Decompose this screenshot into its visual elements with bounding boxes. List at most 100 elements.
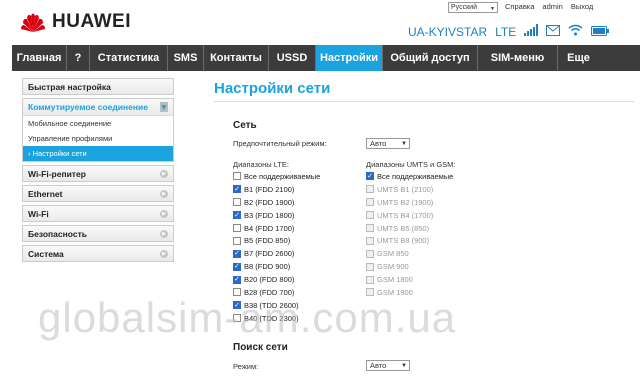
page-title: Настройки сети: [214, 80, 331, 97]
nav-more[interactable]: Еще: [558, 45, 599, 71]
sidebar-sub-mobile-connection[interactable]: Мобильное соединение: [23, 116, 173, 131]
sidebar-item-security[interactable]: Безопасность ▶: [22, 225, 174, 242]
umts-band-label: Все поддерживаемые: [377, 171, 454, 181]
nav-help[interactable]: ?: [67, 45, 90, 71]
sidebar-item-system[interactable]: Система ▶: [22, 245, 174, 262]
umts-band-checkbox: [366, 236, 374, 245]
sidebar-item-ethernet[interactable]: Ethernet ▶: [22, 185, 174, 202]
wifi-icon: [568, 24, 583, 39]
sidebar-item-label: Безопасность: [28, 228, 87, 239]
logout-link[interactable]: Выход: [571, 2, 593, 11]
umts-band-checkbox: [366, 185, 374, 194]
chevron-down-icon: ▼: [159, 102, 168, 112]
umts-band-row: GSM 1800: [366, 273, 453, 286]
lte-band-checkbox[interactable]: [233, 224, 241, 232]
umts-band-checkbox: [366, 198, 374, 207]
lte-band-checkbox[interactable]: [233, 262, 241, 271]
lte-band-label: B1 (FDD 2100): [244, 184, 295, 194]
umts-band-checkbox: [366, 211, 374, 220]
brand-name: HUAWEI: [52, 11, 131, 32]
umts-band-list: Все поддерживаемые UMTS B1 (2100) UMTS B2 …: [366, 170, 453, 299]
umts-band-row: UMTS B4 (1700): [366, 209, 453, 222]
lte-band-checkbox[interactable]: [233, 301, 241, 310]
search-mode-select[interactable]: Авто ▼: [366, 360, 410, 371]
umts-band-checkbox: [366, 288, 374, 297]
nav-contacts[interactable]: Контакты: [204, 45, 269, 71]
network-section-title: Сеть: [233, 120, 257, 131]
umts-band-label: GSM 1800: [377, 275, 413, 285]
nav-sim-menu[interactable]: SIM-меню: [478, 45, 558, 71]
sidebar-quick-setup[interactable]: Быстрая настройка: [22, 78, 174, 95]
lte-band-checkbox[interactable]: [233, 275, 241, 284]
lte-band-list: Все поддерживаемые B1 (FDD 2100) B2 (FDD 1…: [233, 170, 320, 325]
network-type: LTE: [495, 24, 517, 39]
umts-band-checkbox: [366, 262, 374, 271]
umts-band-label: UMTS B2 (1900): [377, 197, 434, 207]
chevron-down-icon: ▼: [490, 6, 495, 12]
nav-home[interactable]: Главная: [12, 45, 67, 71]
umts-band-label: UMTS B4 (1700): [377, 210, 434, 220]
nav-statistics[interactable]: Статистика: [90, 45, 168, 71]
sidebar-item-label: Wi-Fi: [28, 208, 49, 219]
chevron-right-icon: ▶: [160, 169, 168, 178]
lte-band-checkbox[interactable]: [233, 236, 241, 245]
chevron-right-icon: ▶: [160, 189, 168, 198]
lte-band-label: B38 (TDD 2600): [244, 300, 299, 310]
umts-band-row: GSM 1900: [366, 286, 453, 299]
preferred-mode-label: Предпочтительный режим:: [233, 139, 327, 148]
nav-settings[interactable]: Настройки: [316, 45, 383, 71]
sidebar-group-label: Коммутируемое соединение: [28, 102, 148, 112]
sidebar-item-wifi[interactable]: Wi-Fi ▶: [22, 205, 174, 222]
lte-band-row: B5 (FDD 850): [233, 234, 320, 247]
preferred-mode-value: Авто: [370, 139, 387, 148]
top-header: HUAWEI Русский ▼ Справка admin Выход UA-…: [0, 0, 640, 44]
sidebar-sub-network-settings[interactable]: › Настройки сети: [23, 146, 173, 161]
lte-band-label: B2 (FDD 1900): [244, 197, 295, 207]
lte-band-checkbox[interactable]: [233, 185, 241, 194]
lte-band-checkbox[interactable]: [233, 172, 241, 181]
nav-sms[interactable]: SMS: [168, 45, 204, 71]
chevron-down-icon: ▼: [401, 363, 407, 369]
operator-name: UA-KYIVSTAR: [408, 24, 488, 39]
sidebar-item-label: Быстрая настройка: [28, 81, 111, 92]
user-link[interactable]: admin: [542, 2, 562, 11]
umts-band-checkbox[interactable]: [366, 172, 374, 181]
lte-band-label: B20 (FDD 800): [244, 275, 295, 285]
huawei-logo: HUAWEI: [20, 10, 131, 34]
lte-band-label: Все поддерживаемые: [244, 171, 321, 181]
umts-band-row: UMTS B5 (850): [366, 222, 453, 235]
sidebar-sub-profile-management[interactable]: Управление профилями: [23, 131, 173, 146]
lte-band-checkbox[interactable]: [233, 198, 241, 207]
lte-band-checkbox[interactable]: [233, 314, 241, 323]
help-link[interactable]: Справка: [505, 2, 534, 11]
umts-band-checkbox: [366, 249, 374, 258]
search-mode-value: Авто: [370, 361, 387, 370]
umts-band-row: UMTS B1 (2100): [366, 183, 453, 196]
preferred-mode-select[interactable]: Авто ▼: [366, 138, 410, 149]
lte-band-label: B7 (FDD 2600): [244, 249, 295, 259]
nav-sharing[interactable]: Общий доступ: [383, 45, 478, 71]
lte-band-row: B4 (FDD 1700): [233, 222, 320, 235]
sidebar-group-header[interactable]: Коммутируемое соединение ▼: [23, 99, 173, 116]
sidebar-group-dialup: Коммутируемое соединение ▼ Мобильное сое…: [22, 98, 174, 162]
main-navigation: Главная ? Статистика SMS Контакты USSD Н…: [12, 45, 640, 71]
umts-band-label: UMTS B5 (850): [377, 223, 430, 233]
lte-band-row: B1 (FDD 2100): [233, 183, 320, 196]
language-value: Русский: [451, 4, 477, 11]
sidebar-item-label: Система: [28, 248, 64, 259]
huawei-petal-icon: [20, 10, 46, 34]
sms-envelope-icon[interactable]: [546, 24, 561, 39]
language-select[interactable]: Русский ▼: [448, 2, 498, 13]
lte-band-row: B7 (FDD 2600): [233, 247, 320, 260]
umts-band-label: GSM 900: [377, 262, 409, 272]
lte-band-checkbox[interactable]: [233, 211, 241, 220]
umts-band-row: Все поддерживаемые: [366, 170, 453, 183]
lte-band-label: B5 (FDD 850): [244, 236, 291, 246]
lte-band-checkbox[interactable]: [233, 249, 241, 258]
lte-band-row: B20 (FDD 800): [233, 273, 320, 286]
lte-band-label: B3 (FDD 1800): [244, 210, 295, 220]
lte-band-label: B28 (FDD 700): [244, 287, 295, 297]
lte-band-checkbox[interactable]: [233, 288, 241, 297]
sidebar-item-wifi-repeater[interactable]: Wi-Fi-репитер ▶: [22, 165, 174, 182]
nav-ussd[interactable]: USSD: [269, 45, 316, 71]
